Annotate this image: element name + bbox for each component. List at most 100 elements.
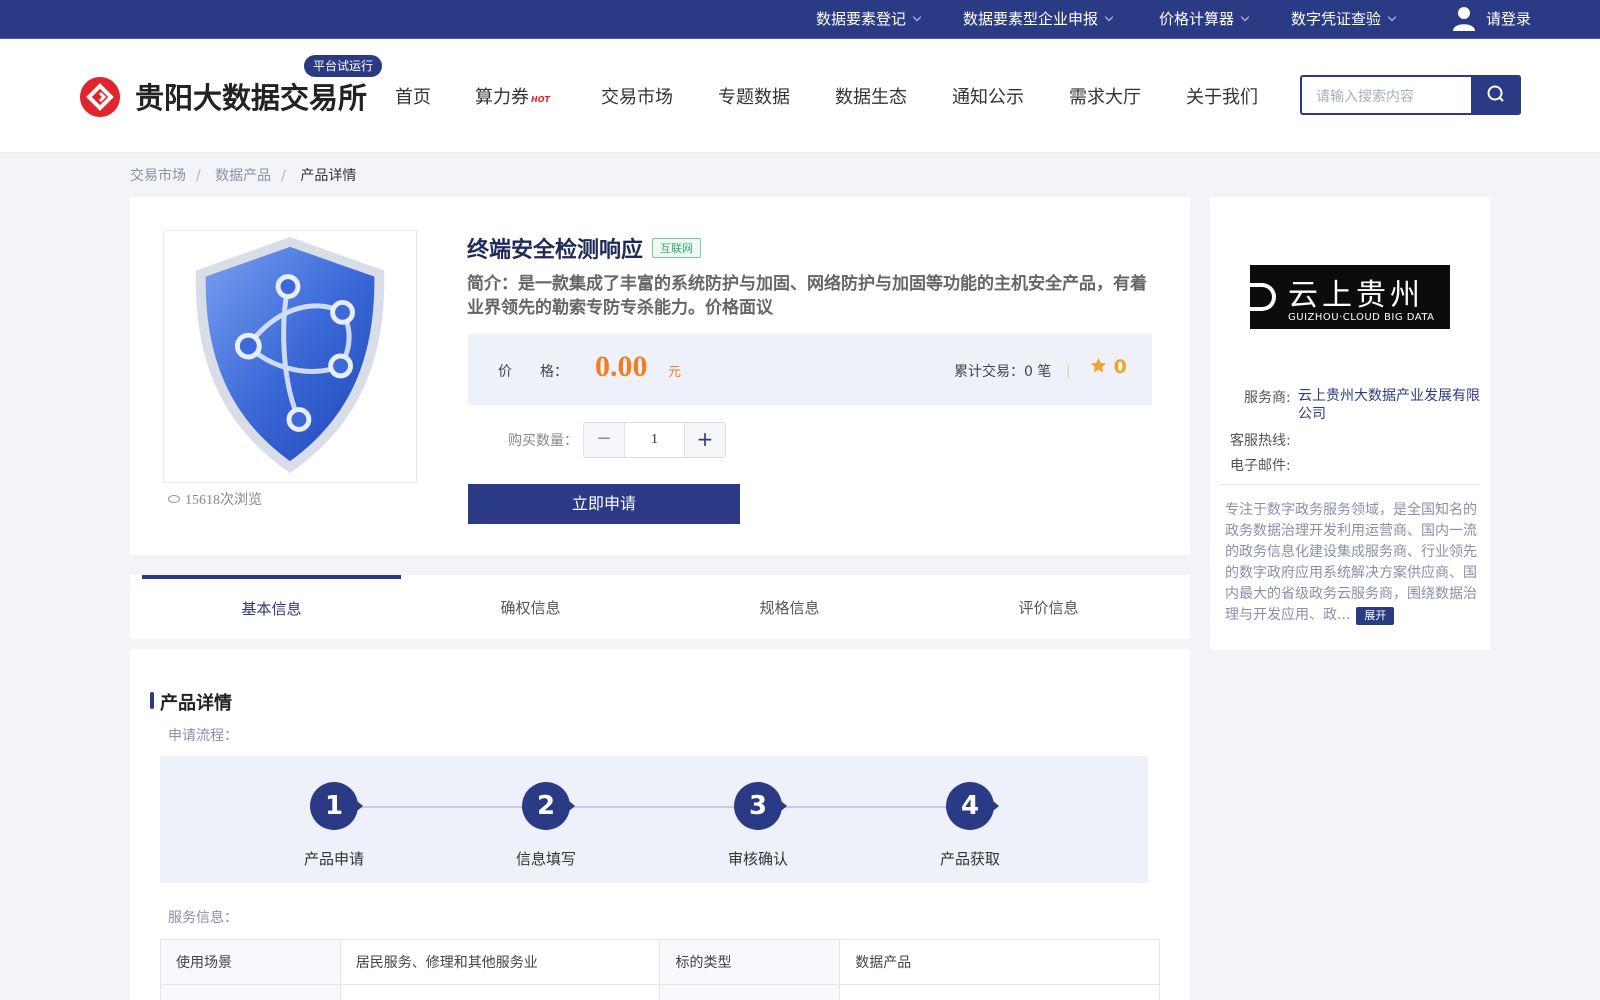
trade-count: 累计交易：0 笔 (954, 364, 1052, 380)
shield-icon (195, 236, 385, 474)
nav-ecosystem[interactable]: 数据生态 (835, 83, 907, 109)
flow-label: 申请流程： (168, 728, 238, 744)
service-info-table: 使用场景 居民服务、修理和其他服务业 标的类型 数据产品 (160, 939, 1160, 1000)
step-1-badge: 1 (310, 782, 363, 830)
tab-review-info[interactable]: 评价信息 (919, 575, 1178, 639)
breadcrumb: 交易市场 / 数据产品 / 产品详情 (130, 165, 366, 185)
nav-topic-data[interactable]: 专题数据 (718, 83, 790, 109)
view-count-text: 15618次浏览 (185, 493, 262, 508)
step-3-label: 审核确认 (727, 850, 788, 868)
table-key (160, 984, 341, 1000)
tab-rights-info[interactable]: 确权信息 (401, 575, 660, 639)
menu-data-registration[interactable]: 数据要素登记 (816, 0, 922, 39)
chevron-down-icon (912, 12, 922, 22)
section-title-text: 产品详情 (160, 693, 232, 714)
chevron-down-icon (1240, 12, 1250, 22)
table-value (839, 984, 1160, 1000)
nav-market[interactable]: 交易市场 (601, 83, 673, 109)
eye-icon (168, 495, 180, 503)
flow-connector (330, 806, 978, 808)
product-card: 15618次浏览 终端安全检测响应 互联网 简介：是一款集成了丰富的系统防护与加… (130, 197, 1190, 555)
title-accent-bar (150, 692, 154, 709)
increment-button[interactable]: + (684, 423, 725, 457)
view-count: 15618次浏览 (168, 489, 262, 509)
menu-label: 数字凭证查验 (1291, 10, 1382, 28)
search-box (1300, 75, 1521, 115)
star-icon (1090, 357, 1107, 373)
provider-description: 专注于数字政务服务领域，是全国知名的政务数据治理开发利用运营商、国内一流的政务信… (1225, 500, 1477, 626)
service-info-label: 服务信息： (168, 910, 238, 926)
login-link[interactable]: 请登录 (1486, 0, 1531, 39)
hotline-label: 客服热线: (1230, 433, 1291, 449)
application-flow: 1 产品申请 2 信息填写 3 审核确认 4 产品获取 (160, 756, 1148, 883)
provider-name[interactable]: 云上贵州大数据产业发展有限公司 (1298, 387, 1480, 423)
nav-notices[interactable]: 通知公示 (952, 83, 1024, 109)
chevron-down-icon (1104, 12, 1114, 22)
price-label: 价 格： (498, 364, 568, 380)
quantity-value[interactable]: 1 (625, 423, 684, 457)
nav-about[interactable]: 关于我们 (1186, 83, 1258, 109)
table-value (339, 984, 661, 1000)
trial-badge: 平台试运行 (304, 55, 383, 77)
divider: | (1066, 364, 1071, 379)
sidebar-divider (1220, 484, 1480, 485)
breadcrumb-market[interactable]: 交易市场 (130, 168, 186, 184)
table-row (160, 984, 1160, 1000)
provider-logo[interactable]: 云上贵州 GUIZHOU·CLOUD BIG DATA (1250, 265, 1450, 329)
provider-logo-en: GUIZHOU·CLOUD BIG DATA (1288, 312, 1435, 323)
rating: 0 (1090, 356, 1127, 378)
breadcrumb-separator: / (196, 168, 201, 184)
breadcrumb-separator: / (281, 168, 286, 184)
menu-label: 价格计算器 (1159, 10, 1235, 28)
menu-certificate-check[interactable]: 数字凭证查验 (1291, 0, 1397, 39)
category-tag: 互联网 (652, 238, 701, 258)
step-3-badge: 3 (734, 782, 787, 830)
product-intro: 简介：是一款集成了丰富的系统防护与加固、网络防护与加固等功能的主机安全产品，有着… (467, 274, 1147, 318)
step-4-badge: 4 (946, 782, 999, 830)
table-key: 标的类型 (659, 939, 841, 985)
product-image (163, 230, 417, 483)
tab-spec-info[interactable]: 规格信息 (660, 575, 919, 639)
tab-basic-info[interactable]: 基本信息 (142, 575, 401, 639)
nav-home[interactable]: 首页 (395, 83, 431, 109)
step-2-label: 信息填写 (515, 850, 576, 868)
price-value: 0.00 (595, 350, 648, 383)
nav-compute-voucher[interactable]: 算力券 (475, 83, 529, 109)
hot-badge: HOT (531, 95, 550, 104)
provider-name-text: 云上贵州大数据产业发展有限公司 (1298, 388, 1480, 422)
menu-label: 数据要素登记 (816, 10, 907, 28)
top-utility-bar: 数据要素登记 数据要素型企业申报 价格计算器 数字凭证查验 请登录 (0, 0, 1600, 39)
search-button[interactable] (1471, 75, 1521, 115)
site-title[interactable]: 贵阳大数据交易所 (135, 75, 367, 117)
expand-button[interactable]: 展开 (1356, 607, 1395, 625)
table-row: 使用场景 居民服务、修理和其他服务业 标的类型 数据产品 (160, 939, 1160, 985)
breadcrumb-products[interactable]: 数据产品 (215, 168, 271, 184)
nav-demand-hall[interactable]: 需求大厅 (1069, 83, 1141, 109)
menu-price-calculator[interactable]: 价格计算器 (1159, 0, 1250, 39)
table-key: 使用场景 (160, 939, 341, 985)
table-value: 数据产品 (839, 939, 1160, 985)
price-panel: 价 格： 0.00 元 累计交易：0 笔 | 0 (468, 334, 1152, 405)
table-value: 居民服务、修理和其他服务业 (339, 939, 661, 985)
apply-now-button[interactable]: 立即申请 (468, 484, 740, 524)
quantity-stepper: − 1 + (583, 422, 726, 458)
breadcrumb-current: 产品详情 (300, 168, 357, 184)
step-1-label: 产品申请 (303, 850, 364, 868)
provider-sidebar: 云上贵州 GUIZHOU·CLOUD BIG DATA 服务商: 云上贵州大数据… (1210, 197, 1490, 650)
table-key (659, 984, 841, 1000)
quantity-label: 购买数量： (508, 433, 578, 449)
provider-logo-mark (1250, 283, 1276, 311)
provider-label: 服务商: (1244, 390, 1291, 406)
step-4-label: 产品获取 (939, 850, 1000, 868)
menu-label: 数据要素型企业申报 (963, 10, 1099, 28)
chevron-down-icon (1387, 12, 1397, 22)
exchange-logo-icon[interactable] (80, 77, 120, 117)
search-icon (1487, 85, 1504, 102)
search-input[interactable] (1316, 85, 1466, 107)
provider-logo-cn: 云上贵州 (1288, 278, 1424, 313)
user-icon[interactable] (1452, 6, 1476, 32)
section-title: 产品详情 (150, 689, 232, 715)
decrement-button[interactable]: − (584, 423, 625, 457)
menu-enterprise-declaration[interactable]: 数据要素型企业申报 (963, 0, 1114, 39)
product-title: 终端安全检测响应 (467, 238, 644, 263)
